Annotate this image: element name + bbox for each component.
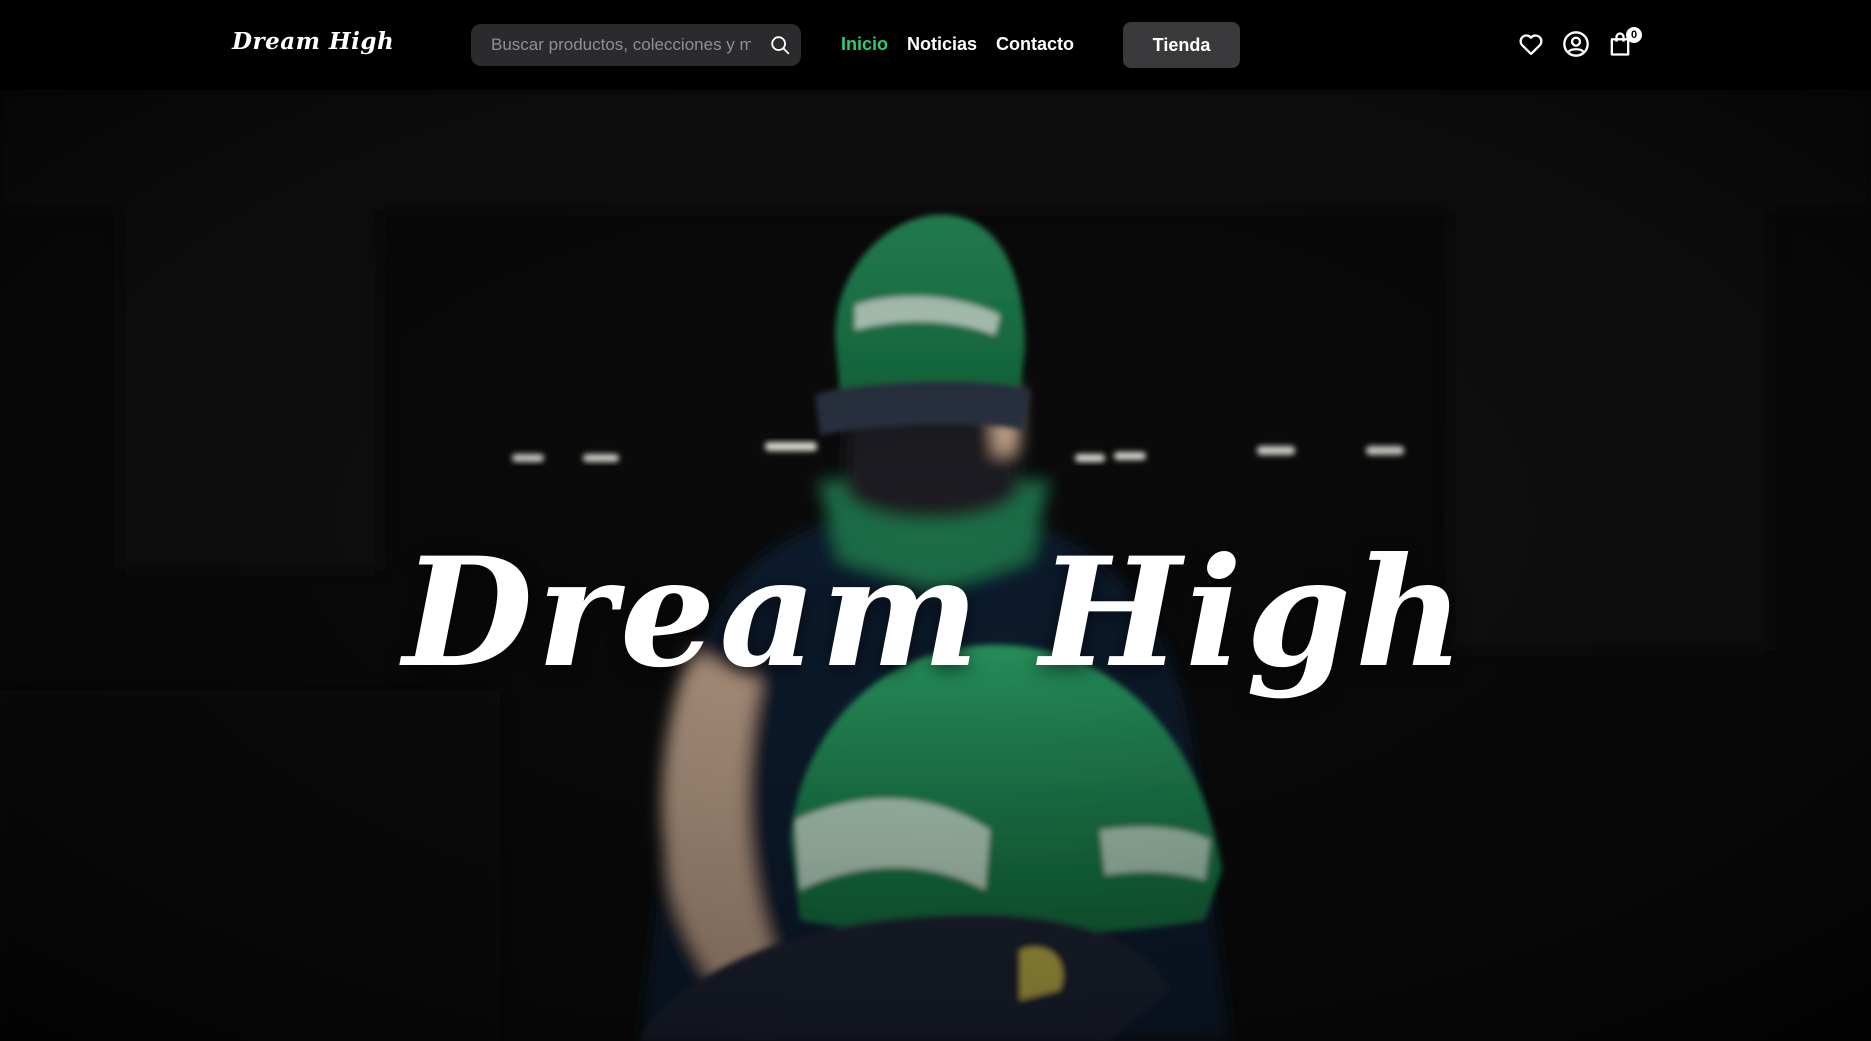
page: Dream High Inicio Noticias Contacto Tien… bbox=[0, 0, 1871, 1041]
hero-banner: Dream High bbox=[0, 90, 1871, 1041]
account-button[interactable] bbox=[1562, 30, 1590, 58]
site-logo[interactable]: Dream High bbox=[232, 28, 394, 55]
cart-count-badge: 0 bbox=[1626, 27, 1642, 43]
cart-button[interactable]: 0 bbox=[1606, 27, 1642, 58]
user-icon bbox=[1563, 31, 1589, 57]
wishlist-button[interactable] bbox=[1517, 30, 1545, 58]
site-header: Dream High Inicio Noticias Contacto Tien… bbox=[0, 0, 1871, 90]
nav-link-inicio[interactable]: Inicio bbox=[841, 34, 888, 55]
search-bar bbox=[471, 24, 801, 66]
nav-link-contacto[interactable]: Contacto bbox=[996, 34, 1074, 55]
search-input[interactable] bbox=[491, 24, 751, 66]
nav-link-noticias[interactable]: Noticias bbox=[907, 34, 977, 55]
hero-title: Dream High bbox=[402, 525, 1469, 701]
heart-icon bbox=[1519, 34, 1543, 56]
search-icon[interactable] bbox=[769, 34, 791, 56]
shop-button[interactable]: Tienda bbox=[1123, 22, 1240, 68]
